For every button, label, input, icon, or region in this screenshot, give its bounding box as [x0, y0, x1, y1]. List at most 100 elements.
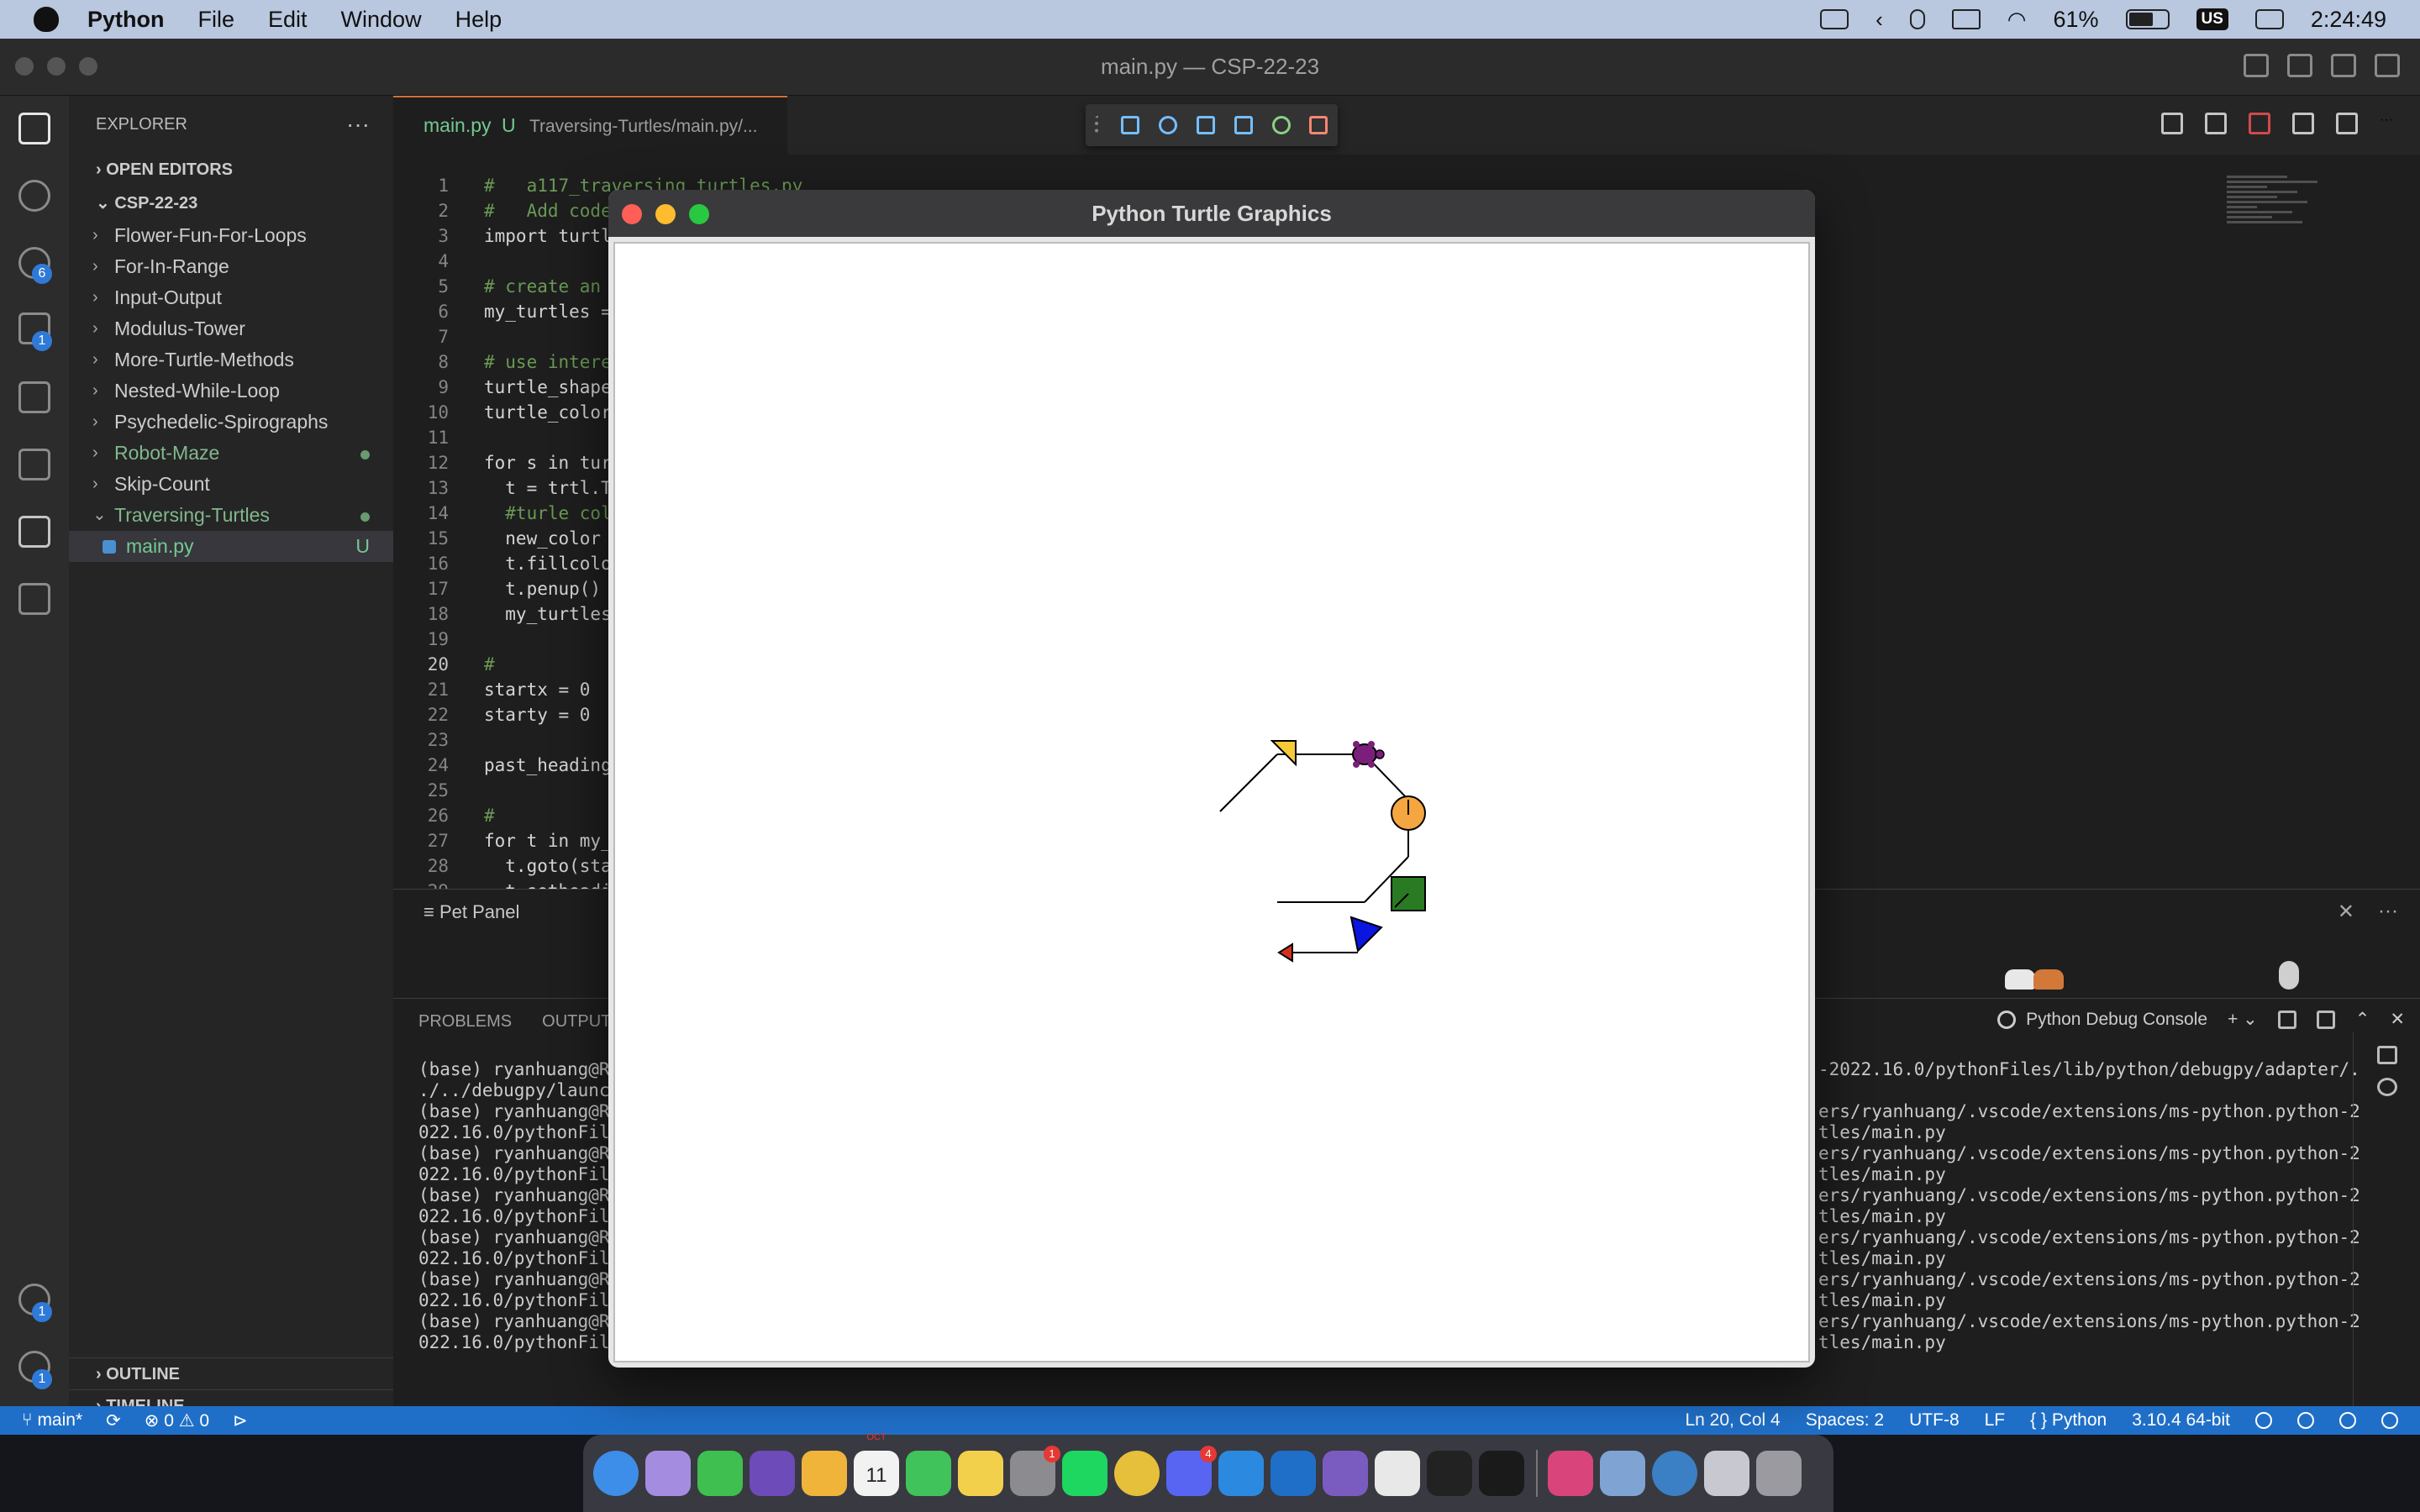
- interpreter[interactable]: 3.10.4 64-bit: [2132, 1410, 2230, 1431]
- mute-icon[interactable]: [1951, 9, 1981, 29]
- menu-file[interactable]: File: [198, 7, 235, 33]
- facetime-icon[interactable]: [697, 1451, 743, 1496]
- folder-item[interactable]: › For-In-Range: [69, 251, 393, 282]
- step-over-button[interactable]: [1159, 116, 1178, 134]
- vscode-2-icon[interactable]: [1270, 1451, 1316, 1496]
- apple-icon[interactable]: [34, 7, 59, 32]
- keyboard-layout[interactable]: US: [2196, 8, 2228, 30]
- toggle-panel-icon[interactable]: [2287, 54, 2312, 77]
- menu-window[interactable]: Window: [341, 7, 422, 33]
- zoom-window-button[interactable]: [689, 204, 709, 224]
- kill-terminal-icon[interactable]: [2316, 1010, 2335, 1029]
- trash-icon[interactable]: [1756, 1451, 1802, 1496]
- tab-main-py[interactable]: main.py U Traversing-Turtles/main.py/...: [393, 96, 788, 155]
- preview-icon[interactable]: [1600, 1451, 1645, 1496]
- vscode-icon[interactable]: [1218, 1451, 1264, 1496]
- search-icon[interactable]: [18, 180, 50, 212]
- project-section[interactable]: ⌄ CSP-22-23: [69, 186, 393, 220]
- run-python-icon[interactable]: [2161, 113, 2183, 134]
- outline-section[interactable]: › OUTLINE: [69, 1357, 393, 1389]
- explorer-more-button[interactable]: ···: [346, 96, 370, 153]
- sync-icon[interactable]: ⟳: [106, 1410, 121, 1431]
- chrome-icon[interactable]: [1114, 1451, 1160, 1496]
- encoding[interactable]: UTF-8: [1909, 1410, 1960, 1431]
- app-menu[interactable]: Python: [87, 7, 165, 33]
- split-terminal-icon[interactable]: [2277, 1010, 2296, 1029]
- notes-icon[interactable]: [958, 1451, 1003, 1496]
- terminal-debug-icon[interactable]: [2376, 1078, 2397, 1096]
- close-panel-icon[interactable]: ✕: [2390, 1009, 2405, 1030]
- wifi-icon[interactable]: ◠: [2007, 7, 2027, 33]
- problems-indicator[interactable]: ⊗ 0 ⚠ 0: [145, 1410, 209, 1431]
- tab-output[interactable]: OUTPUT: [542, 1012, 611, 1032]
- folder-item[interactable]: › Robot-Maze: [69, 438, 393, 469]
- more-actions-icon[interactable]: ···: [2380, 113, 2402, 134]
- toggle-secondary-sidebar-icon[interactable]: [2331, 54, 2356, 77]
- terminal-selector[interactable]: Python Debug Console: [2026, 1010, 2207, 1030]
- file-item-main-py[interactable]: main.py U: [69, 531, 393, 562]
- spotify-icon[interactable]: [1062, 1451, 1107, 1496]
- minimap[interactable]: [2227, 173, 2328, 274]
- split-editor-icon[interactable]: [2292, 113, 2314, 134]
- minimize-window-button[interactable]: [47, 57, 66, 76]
- zoom-window-button[interactable]: [79, 57, 97, 76]
- terminal-shell-icon[interactable]: [2376, 1046, 2397, 1064]
- chevron-left-icon[interactable]: ‹: [1876, 7, 1883, 33]
- stop-button[interactable]: [1309, 116, 1328, 134]
- rocket-icon[interactable]: [1704, 1451, 1749, 1496]
- folder-item[interactable]: › Modulus-Tower: [69, 313, 393, 344]
- menu-edit[interactable]: Edit: [268, 7, 308, 33]
- safari-tech-icon[interactable]: [750, 1451, 795, 1496]
- github-icon[interactable]: [1323, 1451, 1368, 1496]
- maximize-panel-icon[interactable]: ⌃: [2355, 1009, 2370, 1030]
- calendar-icon[interactable]: OCT 11: [854, 1432, 899, 1496]
- indentation[interactable]: Spaces: 2: [1806, 1410, 1884, 1431]
- slack-icon[interactable]: [1375, 1451, 1420, 1496]
- restart-button[interactable]: [1271, 116, 1291, 134]
- quicktime-icon[interactable]: [1652, 1451, 1697, 1496]
- folder-item[interactable]: › Input-Output: [69, 282, 393, 313]
- finder-icon[interactable]: [593, 1451, 639, 1496]
- minimize-window-button[interactable]: [655, 204, 676, 224]
- step-out-button[interactable]: [1234, 116, 1253, 134]
- tab-problems[interactable]: PROBLEMS: [418, 1012, 512, 1032]
- folder-item-expanded[interactable]: ⌄ Traversing-Turtles: [69, 500, 393, 531]
- feedback-icon[interactable]: [2339, 1412, 2356, 1429]
- compare-changes-icon[interactable]: [2205, 113, 2227, 134]
- terminal-icon[interactable]: [1427, 1451, 1472, 1496]
- clock[interactable]: 2:24:49: [2311, 7, 2386, 33]
- close-pet-panel-button[interactable]: ✕: [2338, 900, 2354, 924]
- extensions-icon[interactable]: [18, 381, 50, 413]
- paperclip-icon[interactable]: [1909, 9, 1925, 29]
- folder-item[interactable]: › Flower-Fun-For-Loops: [69, 220, 393, 251]
- new-terminal-button[interactable]: + ⌄: [2228, 1009, 2258, 1030]
- branch-indicator[interactable]: ⑂ main*: [22, 1410, 82, 1431]
- bell-icon[interactable]: [2381, 1412, 2398, 1429]
- close-editor-icon[interactable]: [2336, 113, 2358, 134]
- system-settings-icon[interactable]: 1: [1010, 1446, 1060, 1496]
- battery-icon[interactable]: [2125, 9, 2170, 29]
- copilot-icon[interactable]: [2297, 1412, 2314, 1429]
- pet-panel-more-button[interactable]: ···: [2378, 900, 2398, 924]
- testing-icon[interactable]: [18, 449, 50, 480]
- remote-explorer-icon[interactable]: [18, 583, 50, 615]
- close-window-button[interactable]: [15, 57, 34, 76]
- drag-grip-icon[interactable]: [1095, 116, 1102, 134]
- messages-icon[interactable]: [906, 1451, 951, 1496]
- language-mode[interactable]: { } Python: [2030, 1410, 2107, 1431]
- cursor-position[interactable]: Ln 20, Col 4: [1685, 1410, 1780, 1431]
- turtle-canvas[interactable]: [613, 242, 1810, 1362]
- photos-icon[interactable]: [802, 1451, 847, 1496]
- wakatime-icon[interactable]: [2249, 113, 2270, 134]
- activity-monitor-icon[interactable]: [1479, 1451, 1524, 1496]
- folder-item[interactable]: › Skip-Count: [69, 469, 393, 500]
- breadcrumb[interactable]: Traversing-Turtles/main.py/...: [529, 117, 758, 136]
- toggle-sidebar-icon[interactable]: [2244, 54, 2269, 77]
- menu-help[interactable]: Help: [455, 7, 502, 33]
- folder-item[interactable]: › Psychedelic-Spirographs: [69, 407, 393, 438]
- debug-status-icon[interactable]: ⊳: [233, 1410, 248, 1431]
- control-center-icon[interactable]: [2254, 9, 2284, 29]
- step-into-button[interactable]: [1196, 116, 1215, 134]
- instagram-icon[interactable]: [1548, 1451, 1593, 1496]
- pet-panel-title[interactable]: ≡ Pet Panel: [424, 901, 519, 923]
